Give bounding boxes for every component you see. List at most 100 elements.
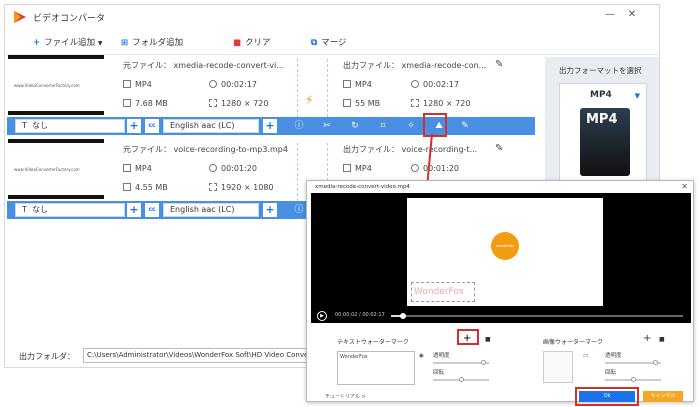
subtitle-select[interactable]: T なし xyxy=(15,203,125,217)
add-folder-button[interactable]: ⊞ フォルダ追加 xyxy=(121,36,183,48)
minimize-icon[interactable]: — xyxy=(603,9,617,20)
folder-icon[interactable]: ▭ xyxy=(583,353,588,359)
video-frame: wonderfox WonderFox xyxy=(407,198,603,306)
app-title: ビデオコンバータ xyxy=(33,14,106,24)
opacity-slider[interactable] xyxy=(433,360,489,365)
filesize-icon xyxy=(123,99,131,107)
cancel-button[interactable]: キャンセル xyxy=(643,391,683,402)
slider-handle[interactable] xyxy=(653,360,658,365)
clear-button[interactable]: ■ クリア xyxy=(233,36,271,48)
source-duration: 00:01:20 xyxy=(221,164,257,173)
watermark-dialog: xmedia-recode-convert-video.mp4 ✕ wonder… xyxy=(306,180,694,406)
add-subtitle-button[interactable]: + xyxy=(127,119,141,133)
text-watermark-label: テキストウォーターマーク xyxy=(337,339,409,346)
edit-icon[interactable]: ✎ xyxy=(495,59,503,70)
play-icon[interactable]: ▶ xyxy=(317,311,327,321)
divider xyxy=(327,59,328,117)
filesize-icon xyxy=(343,99,351,107)
slider-handle[interactable] xyxy=(481,360,486,365)
watermark-image-thumbnail[interactable] xyxy=(543,351,573,383)
lightning-icon[interactable]: ⚡ xyxy=(305,93,313,107)
audio-track-select[interactable]: English aac (LC) xyxy=(163,119,259,133)
audio-value: English aac (LC) xyxy=(170,121,235,130)
audio-track-select[interactable]: English aac (LC) xyxy=(163,203,259,217)
add-file-button[interactable]: + ファイル追加 ▼ xyxy=(33,36,102,48)
dialog-title: xmedia-recode-convert-video.mp4 xyxy=(315,184,410,190)
source-size: 7.68 MB xyxy=(135,99,168,108)
slider-handle[interactable] xyxy=(631,377,636,382)
cut-icon[interactable]: ✂ xyxy=(321,120,333,132)
add-audio-button[interactable]: + xyxy=(263,119,277,133)
rotate-label: 回転 xyxy=(605,370,617,376)
video-thumbnail[interactable]: www.VideoConverterFactory.com xyxy=(8,55,104,115)
trash-icon[interactable]: ■ xyxy=(659,336,665,343)
app-logo-icon xyxy=(14,11,26,23)
slider-handle[interactable] xyxy=(459,377,464,382)
output-format: MP4 xyxy=(355,164,372,173)
thumbnail-text: www.VideoConverterFactory.com xyxy=(14,83,80,88)
ok-highlight xyxy=(575,387,639,406)
color-icon[interactable]: ◉ xyxy=(419,353,424,359)
seek-bar[interactable] xyxy=(391,313,683,319)
chevron-down-icon[interactable]: ▼ xyxy=(98,40,103,47)
watermark-text-preview[interactable]: WonderFox xyxy=(411,282,475,302)
effects-icon[interactable]: ✧ xyxy=(405,120,417,132)
add-audio-button[interactable]: + xyxy=(263,203,277,217)
output-filename: voice-recording-t... xyxy=(401,145,478,154)
folder-plus-icon: ⊞ xyxy=(121,38,129,48)
merge-icon: ⧉ xyxy=(311,38,318,48)
tutorial-link[interactable]: チュートリアル > xyxy=(325,393,366,400)
source-resolution: 1280 × 720 xyxy=(221,99,269,108)
format-card-text: MP4 xyxy=(586,112,618,127)
clock-icon xyxy=(209,164,217,172)
format-panel-label: 出力フォーマットを選択 xyxy=(559,66,642,75)
watermark-text-input[interactable]: WonderFox xyxy=(337,351,415,385)
format-icon xyxy=(123,80,131,88)
add-text-highlight xyxy=(457,329,479,345)
opacity-slider[interactable] xyxy=(605,360,661,365)
cc-icon[interactable]: cc xyxy=(145,203,159,217)
player-controls: ▶ 00:00:02 / 00:02:17 xyxy=(311,309,691,323)
crop-icon[interactable]: ⌗ xyxy=(377,120,389,132)
format-selector[interactable]: MP4 ▼ MP4 xyxy=(559,83,647,191)
output-filename: xmedia-recode-con... xyxy=(401,61,487,70)
source-format: MP4 xyxy=(135,164,152,173)
rotate-slider[interactable] xyxy=(433,377,489,382)
output-label: 出力ファイル： xyxy=(343,145,399,154)
opacity-label: 透明度 xyxy=(433,353,450,359)
resolution-icon xyxy=(209,99,217,107)
rotate-slider[interactable] xyxy=(605,377,661,382)
filesize-icon xyxy=(123,183,131,191)
source-duration: 00:02:17 xyxy=(221,80,257,89)
title-bar: ビデオコンバータ — ✕ xyxy=(5,5,659,29)
format-panel: 出力フォーマットを選択 MP4 ▼ MP4 xyxy=(545,57,659,191)
output-folder-path[interactable]: C:\Users\Administrator\Videos\WonderFox … xyxy=(83,348,315,363)
playback-time: 00:00:02 / 00:02:17 xyxy=(335,312,385,318)
format-card-icon: MP4 xyxy=(580,108,630,176)
subtitle-select[interactable]: T なし xyxy=(15,119,125,133)
close-icon[interactable]: ✕ xyxy=(625,9,639,20)
output-label: 出力ファイル： xyxy=(343,61,399,70)
clock-icon xyxy=(411,80,419,88)
merge-button[interactable]: ⧉ マージ xyxy=(311,36,346,48)
chevron-down-icon: ▼ xyxy=(634,92,640,100)
info-icon[interactable]: ⓘ xyxy=(293,120,305,132)
info-icon[interactable]: ⓘ xyxy=(293,204,305,216)
subtitle-edit-icon[interactable]: ✎ xyxy=(459,120,471,132)
add-subtitle-button[interactable]: + xyxy=(127,203,141,217)
rotate-icon[interactable]: ↻ xyxy=(349,120,361,132)
video-thumbnail[interactable]: www.VideoConverterFactory.com xyxy=(8,139,104,199)
edit-icon[interactable]: ✎ xyxy=(495,143,503,154)
add-folder-label: フォルダ追加 xyxy=(132,38,184,48)
cc-icon[interactable]: cc xyxy=(145,119,159,133)
seek-handle[interactable] xyxy=(399,313,406,319)
add-image-watermark-button[interactable]: + xyxy=(643,333,651,344)
file-row[interactable]: www.VideoConverterFactory.com 元ファイル： xme… xyxy=(5,55,535,121)
close-icon[interactable]: ✕ xyxy=(681,182,688,191)
subtitle-value: なし xyxy=(31,205,48,214)
source-filename: voice-recording-to-mp3.mp4 xyxy=(173,145,288,154)
format-icon xyxy=(123,164,131,172)
trash-icon[interactable]: ■ xyxy=(485,336,491,343)
subtitle-value: なし xyxy=(31,121,48,130)
logo-text: wonderfox xyxy=(495,244,515,248)
